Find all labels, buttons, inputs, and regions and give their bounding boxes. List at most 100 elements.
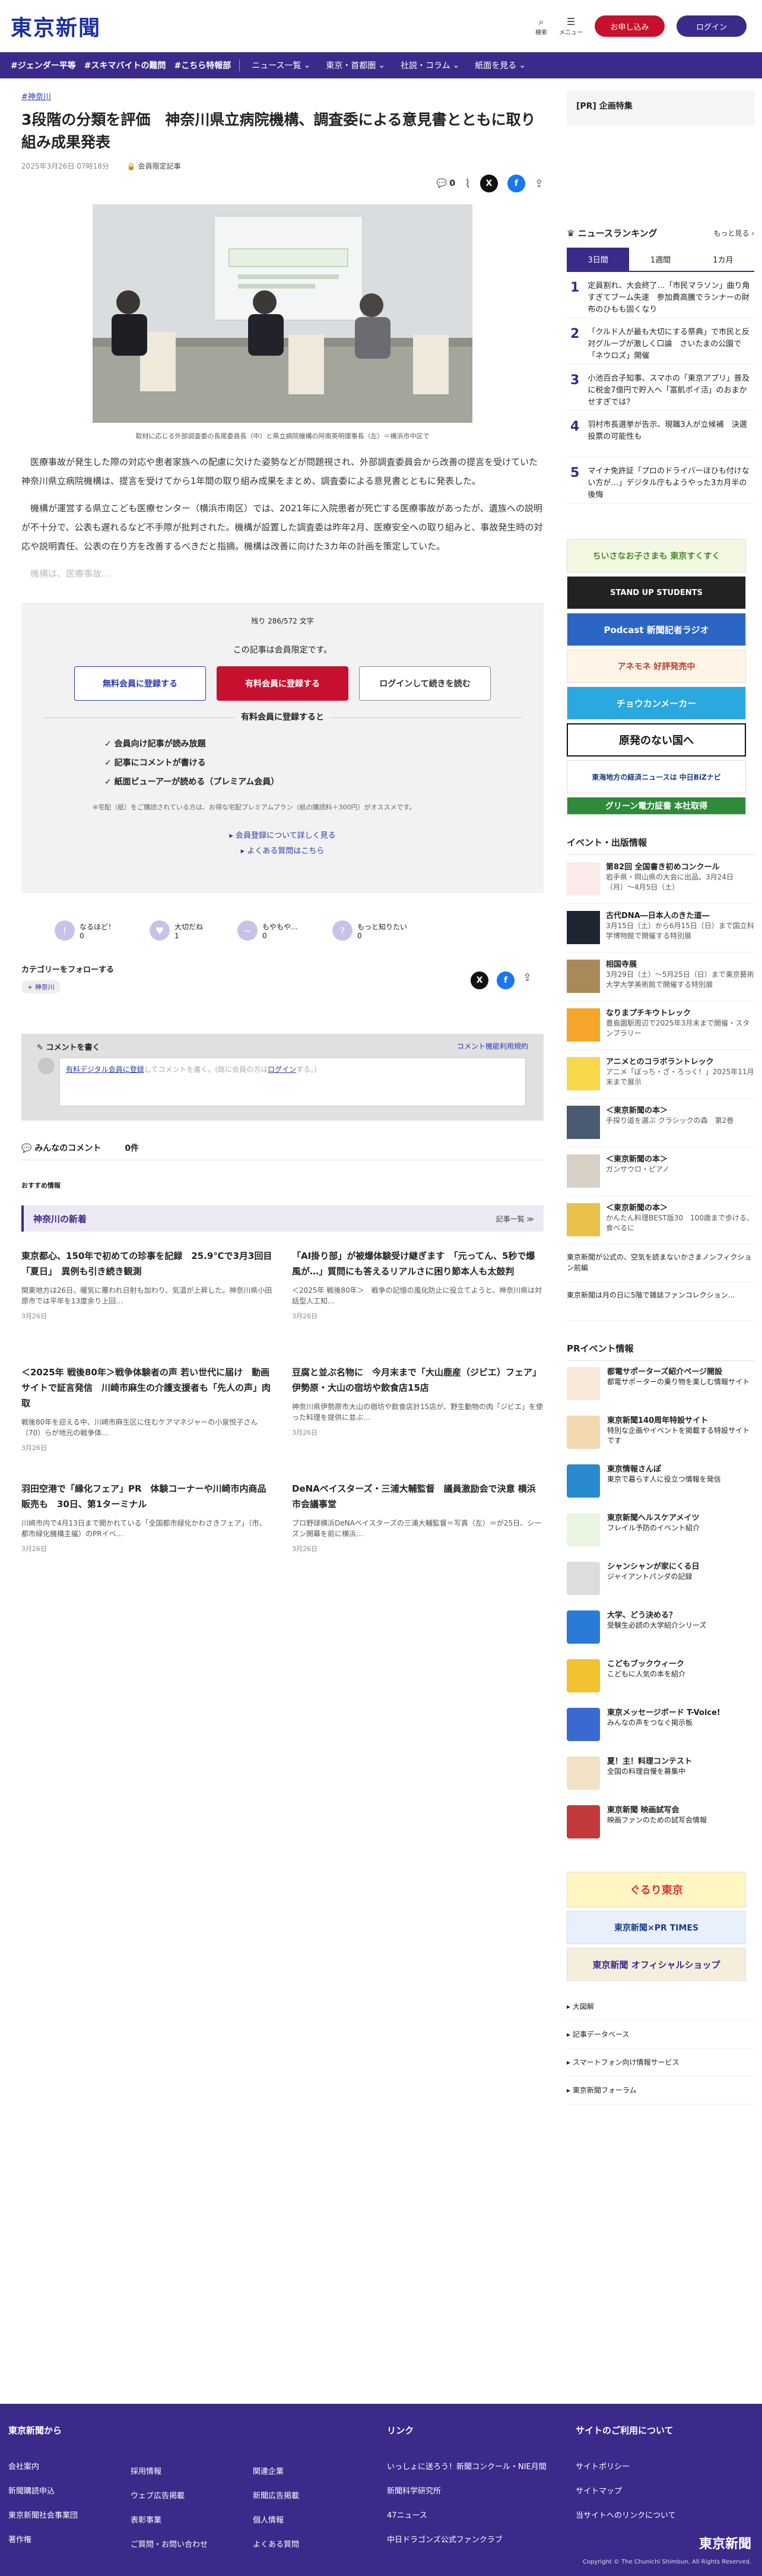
x-share-icon[interactable]: X xyxy=(471,971,488,989)
comment-terms-link[interactable]: コメント機能利用規約 xyxy=(457,1041,528,1052)
banner-green[interactable]: グリーン電力証書 本社取得 xyxy=(567,797,746,815)
tail-link[interactable]: ▸ 東京新聞フォーラム xyxy=(567,2077,754,2105)
pr-item[interactable]: こどもブックウィーク こどもに人気の本を紹介 xyxy=(567,1653,754,1702)
faq-link[interactable]: ▸ よくある質問はこちら xyxy=(21,844,544,859)
nav-tag-tokuhobu[interactable]: #こちら特報部 xyxy=(174,59,231,71)
event-item[interactable]: ＜東京新聞の本＞ ガンサウロ・ピアノ xyxy=(567,1147,754,1196)
news-item[interactable]: DeNAベイスターズ・三浦大輔監督 議員激励会で決意 横浜市会議事堂 プロ野球横浜… xyxy=(292,1481,544,1570)
event-item[interactable]: ＜東京新聞の本＞ かんたん料理BEST版30 100歳まで歩ける、食べるに xyxy=(567,1196,754,1245)
reaction-taisetsu[interactable]: ♥ 大切だね 1 xyxy=(150,920,203,941)
facebook-share-icon[interactable]: f xyxy=(507,175,525,192)
footer-link[interactable]: サイトマップ xyxy=(576,2485,676,2496)
login-button[interactable]: ログイン xyxy=(677,15,747,37)
news-item[interactable]: ＜2025年 戦後80年＞戦争体験者の声 若い世代に届け 動画サイトで証言発信 … xyxy=(21,1365,273,1481)
banner-sukusuku[interactable]: ちいさなお子さまも 東京すくすく xyxy=(567,539,746,572)
footer-link[interactable]: ご質問・お問い合わせ xyxy=(131,2538,208,2549)
x-share-icon[interactable]: X xyxy=(480,175,498,192)
banner-anemone[interactable]: アネモネ 好評発売中 xyxy=(567,650,746,683)
banner-chunichi-biz[interactable]: 東海地方の経済ニュースは 中日BiZナビ xyxy=(567,760,746,793)
event-item[interactable]: 相国寺展 3月29日（土）〜5月25日（日）まで東京藝術大学大学美術館で開催する特… xyxy=(567,952,754,1001)
comment-input[interactable]: 有料デジタル会員に登録してコメントを書く。(既に会員の方はログインする。) xyxy=(59,1058,526,1106)
banner-standup[interactable]: STAND UP STUDENTS xyxy=(567,576,746,609)
ranking-item[interactable]: 2 「クルド人が最も大切にする祭典」で市民と反対グループが激しく口論 さいたまの公… xyxy=(567,318,754,365)
side-link[interactable]: 東京新聞が公式の、空気を読まないかさまノンフィクション前編 xyxy=(567,1245,754,1283)
banner-chokan[interactable]: チョウカンメーカー xyxy=(567,686,746,720)
footer-link[interactable]: サイトポリシー xyxy=(576,2460,676,2471)
event-item[interactable]: ＜東京新聞の本＞ 手探り道を選ぶ クラシックの森 第2巻 xyxy=(567,1099,754,1147)
ranking-more-link[interactable]: もっと見る › xyxy=(713,228,754,238)
event-item[interactable]: アニメとのコラボラントレック アニメ「ぼっち・ざ・ろっく！」2025年11月末まで… xyxy=(567,1050,754,1099)
menu-button[interactable]: ☰ メニュー xyxy=(559,16,583,36)
news-more-link[interactable]: 記事一覧 ≫ xyxy=(496,1214,534,1224)
pr-item[interactable]: 東京新聞 映画試写会 映画ファンのための試写会情報 xyxy=(567,1799,754,1848)
tab-3days[interactable]: 3日間 xyxy=(567,248,630,271)
tail-link[interactable]: ▸ スマートフォン向け情報サービス xyxy=(567,2049,754,2077)
login-continue-button[interactable]: ログインして続きを読む xyxy=(359,666,491,701)
banner-genpatsu[interactable]: 原発のない国へ xyxy=(567,723,746,757)
footer-link[interactable]: 関連企業 xyxy=(253,2465,299,2476)
footer-link[interactable]: 新聞購読申込 xyxy=(8,2485,78,2496)
footer-link[interactable]: 会社案内 xyxy=(8,2460,78,2471)
footer-link[interactable]: 表彰事業 xyxy=(131,2514,208,2525)
banner-shop[interactable]: 東京新聞 オフィシャルショップ xyxy=(567,1948,746,1981)
site-logo[interactable]: 東京新聞 xyxy=(11,11,101,42)
nav-editorial[interactable]: 社説・コラム ⌄ xyxy=(397,59,463,71)
nav-paper[interactable]: 紙面を見る ⌄ xyxy=(471,59,529,71)
footer-link[interactable]: よくある質問 xyxy=(253,2538,299,2549)
search-button[interactable]: ⌕ 検索 xyxy=(535,16,547,36)
comment-count[interactable]: 💬 0 xyxy=(437,179,456,188)
signup-button[interactable]: お申し込み xyxy=(595,15,665,37)
tail-link[interactable]: ▸ 大図解 xyxy=(567,1993,754,2021)
footer-link[interactable]: 中日ドラゴンズ公式ファンクラブ xyxy=(387,2533,547,2545)
event-item[interactable]: 第82回 全国書き初めコンクール 岩手県・岡山県の大会に出品。3月24日（月）〜4… xyxy=(567,855,754,904)
pr-item[interactable]: 東京新聞140周年特設サイト 特別な企画やイベントを掲載する特設サイトです xyxy=(567,1410,754,1458)
membership-details-link[interactable]: ▸ 会員登録について詳しく見る xyxy=(21,828,544,844)
pr-item[interactable]: 大学、どう決める？ 受験生必読の大学紹介シリーズ xyxy=(567,1605,754,1653)
footer-logo[interactable]: 東京新聞 xyxy=(699,2533,751,2552)
nav-tokyo[interactable]: 東京・首都圏 ⌄ xyxy=(322,59,389,71)
banner-prtimes[interactable]: 東京新聞×PR TIMES xyxy=(567,1911,746,1944)
nav-tag-gender[interactable]: #ジェンダー平等 xyxy=(11,59,76,71)
footer-link[interactable]: 新聞科学研究所 xyxy=(387,2485,547,2496)
footer-link[interactable]: 採用情報 xyxy=(131,2465,208,2476)
ranking-item[interactable]: 3 小池百合子知事、スマホの「東京アプリ」普及に税金7億円で貯入へ「冨飢ポイ活」の… xyxy=(567,365,754,411)
nav-tag-sukimabaito[interactable]: #スキマバイトの難問 xyxy=(84,59,166,71)
news-item[interactable]: 羽田空港で「縁化フェア」PR 体験コーナーや川崎市内商品販売も 30日、第1ター… xyxy=(21,1481,273,1570)
footer-link[interactable]: 47ニュース xyxy=(387,2509,547,2520)
login-link[interactable]: ログイン xyxy=(268,1065,296,1074)
paid-register-link[interactable]: 有料デジタル会員に登録 xyxy=(66,1065,144,1074)
tab-1month[interactable]: 1カ月 xyxy=(692,248,754,271)
pr-item[interactable]: 東京メッセージボード T-Voice! みんなの声をつなぐ掲示板 xyxy=(567,1702,754,1751)
footer-link[interactable]: ウェブ広告掲載 xyxy=(131,2489,208,2501)
footer-link[interactable]: 著作権 xyxy=(8,2533,78,2545)
event-item[interactable]: なりまプチキウトレック 豊島園駅周辺で2025年3月末まで開催・スタンプラリー xyxy=(567,1001,754,1050)
ranking-item[interactable]: 4 羽村市長選挙が告示、現職3人が立候補 決選投票の可能性も xyxy=(567,411,754,457)
clip-icon[interactable]: ⌇ xyxy=(465,176,471,191)
news-item[interactable]: 東京都心、150年で初めての珍事を記録 25.9℃で3月3回目「夏日」 異例も引… xyxy=(21,1248,273,1365)
banner-gururi[interactable]: ぐるり東京 xyxy=(567,1872,746,1907)
footer-link[interactable]: 東京新聞社会事業団 xyxy=(8,2509,78,2520)
event-item[interactable]: 古代DNA―日本人のきた道― 3月15日（土）から6月15日（日）まで国立科学博物… xyxy=(567,904,754,952)
facebook-share-icon[interactable]: f xyxy=(497,971,515,989)
pr-item[interactable]: 東京情報さんぽ 東京で暮らす人に役立つ情報を発信 xyxy=(567,1458,754,1507)
tail-link[interactable]: ▸ 記事データベース xyxy=(567,2021,754,2049)
follow-tag-kanagawa[interactable]: + 神奈川 xyxy=(21,980,61,993)
share-icon[interactable]: ⇪ xyxy=(523,971,532,989)
paid-register-button[interactable]: 有料会員に登録する xyxy=(217,666,348,701)
tab-1week[interactable]: 1週間 xyxy=(629,248,691,271)
ranking-item[interactable]: 5 マイナ免許証「プロのドライバーほひも付けない方が…」デジタル庁もようやった3カ… xyxy=(567,457,754,504)
pr-item[interactable]: 東京新聞ヘルスケアメイツ フレイル予防のイベント紹介 xyxy=(567,1507,754,1556)
footer-link[interactable]: 個人情報 xyxy=(253,2514,299,2525)
footer-link[interactable]: 新聞広告掲載 xyxy=(253,2489,299,2501)
footer-link[interactable]: 当サイトへのリンクについて xyxy=(576,2509,676,2520)
pr-item[interactable]: 都電サポーターズ紹介ページ開設 都電サポーターの乗り物を楽しむ情報サイト xyxy=(567,1361,754,1410)
news-item[interactable]: 「AI掛り部」が被爆体験受け継ぎます 「元ってん、5秒で爆風が…」質問にも答える… xyxy=(292,1248,544,1365)
reaction-motto[interactable]: ? もっと知りたい 0 xyxy=(332,920,407,941)
share-icon[interactable]: ⇪ xyxy=(535,178,544,190)
nav-news-list[interactable]: ニュース一覧 ⌄ xyxy=(248,59,314,71)
side-link[interactable]: 東京新聞は月の日に5階で雑誌ファンコレクション… xyxy=(567,1283,754,1321)
banner-podcast[interactable]: Podcast 新聞記者ラジオ xyxy=(567,613,746,646)
pr-item[interactable]: シャンシャンが家にくる日 ジャイアントパンダの記録 xyxy=(567,1556,754,1605)
free-register-button[interactable]: 無料会員に登録する xyxy=(74,666,206,701)
footer-link[interactable]: いっしょに送ろう！新聞コンクール・NIE月間 xyxy=(387,2460,547,2471)
